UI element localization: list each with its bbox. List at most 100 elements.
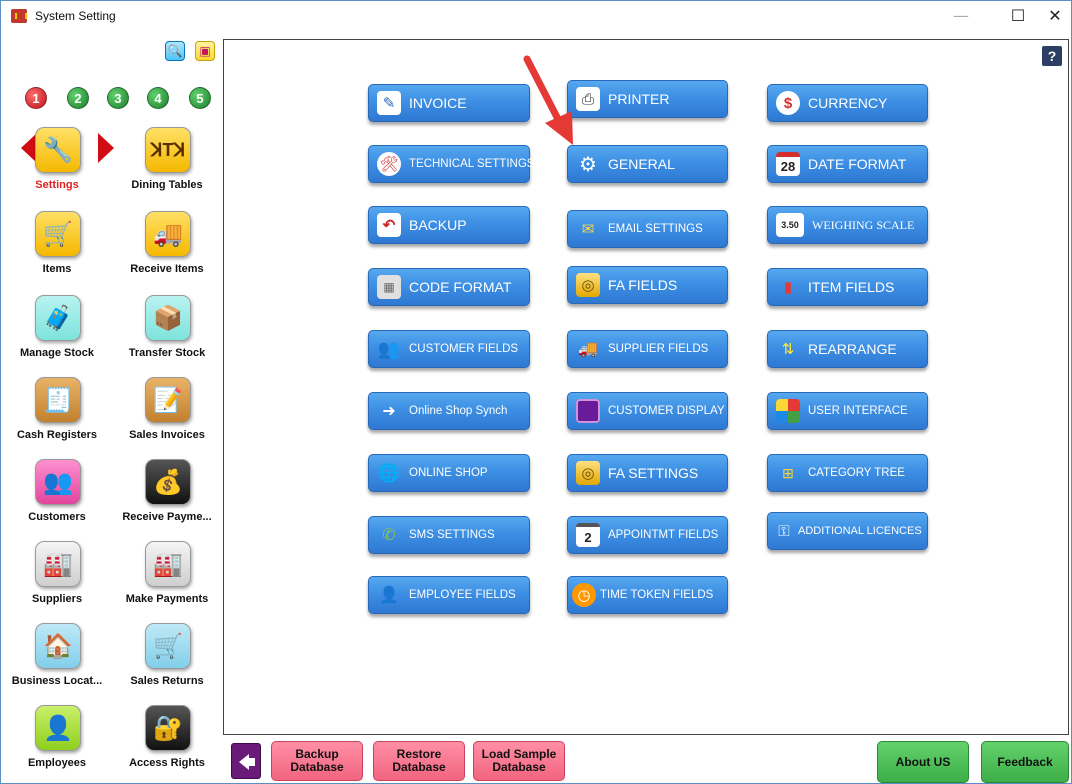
coins-icon: ◎	[576, 273, 600, 297]
step-badge-1[interactable]: 1	[25, 87, 47, 109]
gear-icon: ⚙	[579, 153, 597, 176]
truck-icon: 🚚	[578, 341, 598, 358]
printer-button[interactable]: ⎙ PRINTER	[567, 80, 728, 118]
close-button[interactable]: ✕	[1033, 1, 1071, 31]
about-us-button[interactable]: About US	[877, 741, 969, 783]
step-badge-3[interactable]: 3	[107, 87, 129, 109]
sync-icon: ➜	[382, 403, 396, 420]
technical-settings-button[interactable]: 🛠 TECHNICAL SETTINGS	[368, 145, 534, 183]
employee-fields-button[interactable]: 👤 EMPLOYEE FIELDS	[368, 576, 530, 614]
currency-button[interactable]: $ CURRENCY	[767, 84, 928, 122]
user-interface-button[interactable]: USER INTERFACE	[767, 392, 928, 430]
customer-display-button[interactable]: CUSTOMER DISPLAY	[567, 392, 728, 430]
sms-settings-button[interactable]: ✆ SMS SETTINGS	[368, 516, 530, 554]
annotation-arrow-icon	[523, 55, 573, 145]
sidebar-item-suppliers[interactable]: 🏭 Suppliers	[7, 541, 107, 621]
search-icon[interactable]: 🔍	[165, 41, 185, 61]
item-fields-button[interactable]: ▮ ITEM FIELDS	[767, 268, 928, 306]
window-icon[interactable]: ▣	[195, 41, 215, 61]
sidebar-item-employees[interactable]: 👤 Employees	[7, 705, 107, 783]
sidebar-item-label: Sales Returns	[130, 675, 204, 687]
sidebar-item-receive-payments[interactable]: 💰 Receive Payme...	[117, 459, 217, 539]
sidebar-item-business-locations[interactable]: 🏠 Business Locat...	[7, 623, 107, 703]
sidebar-item-label: Settings	[35, 179, 79, 191]
invoice-icon: 📝	[145, 377, 191, 423]
weighing-scale-button[interactable]: 3.50 WEIGHING SCALE	[767, 206, 928, 244]
step-badge-4[interactable]: 4	[147, 87, 169, 109]
online-shop-synch-button[interactable]: ➜ Online Shop Synch	[368, 392, 530, 430]
fa-settings-button[interactable]: ◎ FA SETTINGS	[567, 454, 728, 492]
sidebar-item-cash-registers[interactable]: 🧾 Cash Registers	[7, 377, 107, 457]
help-icon[interactable]: ?	[1042, 46, 1062, 66]
app-icon	[11, 9, 27, 23]
sidebar-item-settings[interactable]: 🔧 Settings	[7, 127, 107, 207]
rearrange-button[interactable]: ⇅ REARRANGE	[767, 330, 928, 368]
tools-icon: 🔧	[35, 127, 81, 173]
date-format-button[interactable]: 28 DATE FORMAT	[767, 145, 928, 183]
lock-key-icon: 🔐	[145, 705, 191, 751]
ui-icon	[776, 399, 800, 423]
customer-fields-button[interactable]: 👥 CUSTOMER FIELDS	[368, 330, 530, 368]
back-icon[interactable]	[231, 743, 261, 779]
scale-icon: 3.50	[776, 213, 804, 237]
time-token-fields-button[interactable]: ◷ TIME TOKEN FIELDS	[567, 576, 728, 614]
email-settings-button[interactable]: ✉ EMAIL SETTINGS	[567, 210, 728, 248]
dining-table-icon: ꓘTꓘ	[145, 127, 191, 173]
clock-icon: ◷	[572, 583, 596, 607]
sidebar-item-customers[interactable]: 👥 Customers	[7, 459, 107, 539]
key-icon: ⚿	[778, 522, 790, 540]
coins-icon: ◎	[576, 461, 600, 485]
supplier-fields-button[interactable]: 🚚 SUPPLIER FIELDS	[567, 330, 728, 368]
sidebar-item-label: Access Rights	[129, 757, 205, 769]
sidebar-item-sales-returns[interactable]: 🛒 Sales Returns	[117, 623, 217, 703]
online-shop-button[interactable]: 🌐 ONLINE SHOP	[368, 454, 530, 492]
sidebar-item-label: Customers	[28, 511, 86, 523]
sidebar-item-sales-invoices[interactable]: 📝 Sales Invoices	[117, 377, 217, 457]
sidebar-item-make-payments[interactable]: 🏭 Make Payments	[117, 541, 217, 621]
sidebar-item-dining-tables[interactable]: ꓘTꓘ Dining Tables	[117, 127, 217, 207]
cash-register-icon: 🧾	[35, 377, 81, 423]
window-title: System Setting	[35, 9, 116, 23]
barcode-icon: ▦	[377, 275, 401, 299]
email-icon: ✉	[581, 221, 595, 238]
undo-icon: ↶	[377, 213, 401, 237]
settings-panel: ? ✎ INVOICE ⎙ PRINTER $ CURRENCY 🛠 TECHN…	[223, 39, 1069, 735]
people-icon: 👥	[35, 459, 81, 505]
display-icon	[576, 399, 600, 423]
backup-database-button[interactable]: Backup Database	[271, 741, 363, 781]
sidebar-item-label: Manage Stock	[20, 347, 94, 359]
fa-fields-button[interactable]: ◎ FA FIELDS	[567, 266, 728, 304]
globe-icon: 🌐	[377, 462, 401, 483]
sidebar-item-label: Dining Tables	[131, 179, 203, 191]
sidebar-item-label: Sales Invoices	[129, 429, 205, 441]
cart-return-icon: 🛒	[145, 623, 191, 669]
sidebar-item-items[interactable]: 🛒 Items	[7, 211, 107, 291]
sidebar-item-label: Suppliers	[31, 593, 83, 605]
minimize-button[interactable]: —	[939, 1, 983, 31]
person-icon: 👤	[35, 705, 81, 751]
title-bar: System Setting — ☐ ✕	[1, 1, 1071, 31]
sidebar-item-label: Cash Registers	[16, 429, 98, 441]
step-badge-2[interactable]: 2	[67, 87, 89, 109]
step-badge-5[interactable]: 5	[189, 87, 211, 109]
sidebar-item-label: Employees	[27, 757, 87, 769]
sidebar-item-manage-stock[interactable]: 🧳 Manage Stock	[7, 295, 107, 375]
person-icon: 👤	[379, 587, 399, 604]
restore-database-button[interactable]: Restore Database	[373, 741, 465, 781]
sidebar-item-transfer-stock[interactable]: 📦 Transfer Stock	[117, 295, 217, 375]
additional-licences-button[interactable]: ⚿ ADDITIONAL LICENCES	[767, 512, 928, 550]
technical-icon: 🛠	[377, 152, 401, 176]
factory-icon: 🏭	[35, 541, 81, 587]
category-tree-button[interactable]: ⊞ CATEGORY TREE	[767, 454, 928, 492]
store-icon: 🏠	[35, 623, 81, 669]
appointment-fields-button[interactable]: 2 APPOINTMT FIELDS	[567, 516, 728, 554]
sidebar-item-access-rights[interactable]: 🔐 Access Rights	[117, 705, 217, 783]
code-format-button[interactable]: ▦ CODE FORMAT	[368, 268, 530, 306]
invoice-button[interactable]: ✎ INVOICE	[368, 84, 530, 122]
load-sample-database-button[interactable]: Load Sample Database	[473, 741, 565, 781]
general-button[interactable]: ⚙ GENERAL	[567, 145, 728, 183]
backup-button[interactable]: ↶ BACKUP	[368, 206, 530, 244]
tree-icon: ⊞	[782, 464, 794, 481]
feedback-button[interactable]: Feedback	[981, 741, 1069, 783]
sidebar-item-receive-items[interactable]: 🚚 Receive Items	[117, 211, 217, 291]
